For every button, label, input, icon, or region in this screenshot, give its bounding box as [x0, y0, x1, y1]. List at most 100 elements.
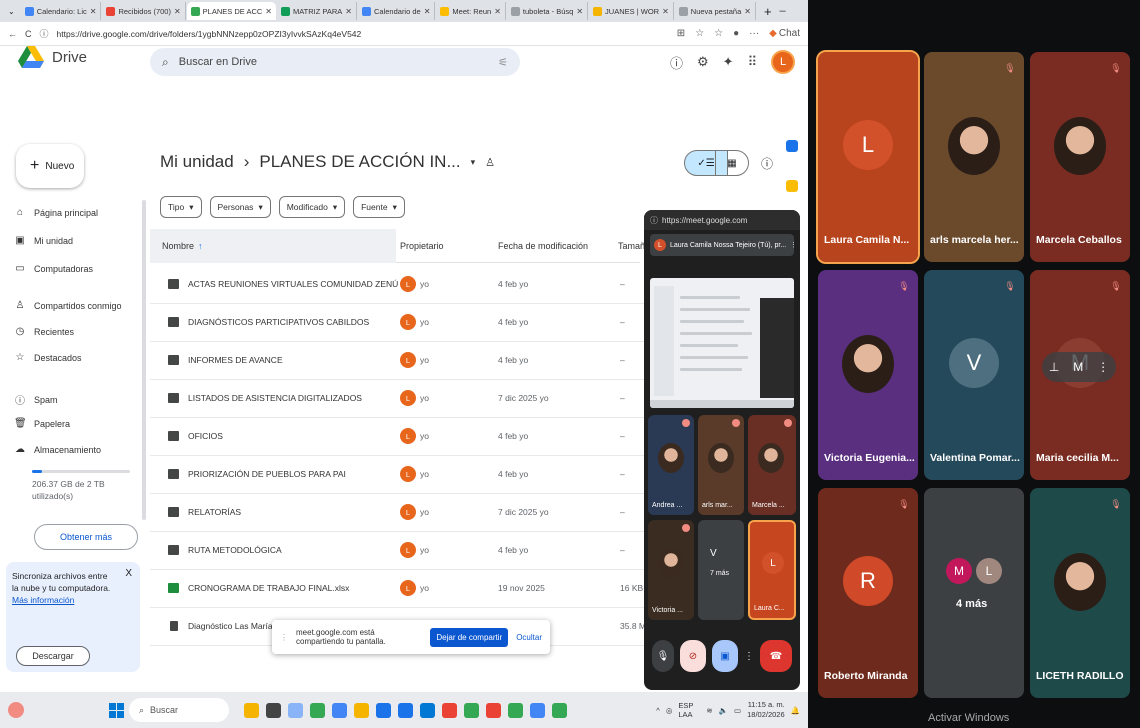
bookmark-star-icon[interactable]: ☆: [695, 28, 704, 39]
sidebar-item[interactable]: ♙ Compartidos conmigo: [14, 300, 122, 311]
sort-arrow-icon[interactable]: ↑: [198, 241, 203, 251]
taskbar-app-icon[interactable]: [244, 702, 259, 718]
browser-tab[interactable]: Calendario de ✕: [358, 2, 436, 20]
owner-column-header[interactable]: Propietario: [400, 241, 444, 251]
sidebar-item[interactable]: ◷ Recientes: [14, 326, 74, 337]
leave-call-button[interactable]: ☎: [760, 640, 792, 672]
site-info-icon[interactable]: ⓘ: [40, 27, 49, 40]
present-button[interactable]: ▣: [712, 640, 738, 672]
taskbar-app-icon[interactable]: [310, 702, 325, 718]
tab-close-icon[interactable]: ✕: [744, 7, 751, 16]
size-column-header[interactable]: Tamañ: [618, 241, 645, 251]
favorites-icon[interactable]: ☆: [714, 28, 723, 39]
tab-close-icon[interactable]: ✕: [424, 7, 431, 16]
taskbar-app-icon[interactable]: [508, 702, 523, 718]
pip-participant-tile[interactable]: Victoria ...: [648, 520, 694, 620]
sidebar-item[interactable]: ▭ Computadoras: [14, 263, 93, 274]
browser-tab[interactable]: MATRIZ PARA ✕: [277, 2, 357, 20]
participant-tile[interactable]: Victoria Eugenia... 🎙: [818, 270, 918, 480]
mic-button[interactable]: 🎙: [652, 640, 674, 672]
tab-close-icon[interactable]: ✕: [576, 7, 583, 16]
clock[interactable]: 11:15 a. m. 18/02/2026: [747, 700, 785, 720]
taskbar-app-icon[interactable]: [464, 702, 479, 718]
battery-icon[interactable]: ▭: [734, 706, 741, 715]
table-row[interactable]: RELATORÍAS Lyo 7 dic 2025 yo –: [150, 494, 650, 532]
minimize-icon[interactable]: –: [780, 5, 786, 18]
sidebar-item[interactable]: ▣ Mi unidad: [14, 235, 73, 246]
pip-participant-tile[interactable]: Marcela ...: [748, 415, 796, 515]
chat-button[interactable]: ◆ Chat: [769, 28, 800, 39]
tab-close-icon[interactable]: ✕: [174, 7, 181, 16]
tab-close-icon[interactable]: ✕: [494, 7, 501, 16]
browser-tab[interactable]: PLANES DE ACC ✕: [186, 2, 276, 20]
drive-logo[interactable]: Drive: [18, 46, 87, 68]
modified-column-header[interactable]: Fecha de modificación: [498, 241, 588, 251]
gemini-icon[interactable]: ✦: [723, 54, 734, 70]
pip-participant-tile[interactable]: V 7 más: [698, 520, 744, 620]
more-vert-icon[interactable]: ⋮: [1097, 360, 1109, 374]
filter-chip[interactable]: Personas ▾: [209, 196, 271, 218]
grid-view-button[interactable]: ▦: [715, 150, 749, 176]
presenter-bar[interactable]: L Laura Camila Nossa Tejeiro (Tú), pr...…: [650, 234, 794, 256]
start-icon[interactable]: [109, 702, 124, 718]
taskbar-app-icon[interactable]: [420, 702, 435, 718]
keep-icon[interactable]: [786, 180, 798, 192]
more-options-button[interactable]: ⋮: [744, 640, 754, 672]
participant-tile[interactable]: Marcela Ceballos 🎙: [1030, 52, 1130, 262]
breadcrumb-current[interactable]: PLANES DE ACCIÓN IN...: [259, 152, 460, 172]
details-icon[interactable]: ⓘ: [761, 155, 773, 172]
settings-icon[interactable]: ⚙: [697, 54, 709, 70]
participant-tile[interactable]: R Roberto Miranda 🎙: [818, 488, 918, 698]
search-options-icon[interactable]: ⚟: [498, 56, 508, 69]
tray-chevron-icon[interactable]: ^: [656, 706, 660, 715]
participant-tile[interactable]: LICETH RADILLO 🎙: [1030, 488, 1130, 698]
browser-tab[interactable]: Meet: Reun ✕: [436, 2, 506, 20]
weather-icon[interactable]: [8, 702, 24, 718]
search-input[interactable]: Buscar en Drive: [179, 56, 257, 68]
table-row[interactable]: ACTAS REUNIONES VIRTUALES COMUNIDAD ZENÚ…: [150, 266, 650, 304]
search-bar[interactable]: ⌕ Buscar en Drive ⚟: [150, 48, 520, 76]
download-button[interactable]: Descargar: [16, 646, 90, 666]
tab-close-icon[interactable]: ✕: [345, 7, 352, 16]
sidebar-item[interactable]: ☁ Almacenamiento: [14, 444, 101, 455]
taskbar-app-icon[interactable]: [376, 702, 391, 718]
get-more-storage-button[interactable]: Obtener más: [34, 524, 138, 550]
new-tab-button[interactable]: +: [758, 4, 778, 19]
chevron-down-icon[interactable]: ▾: [471, 157, 476, 168]
taskbar-app-icon[interactable]: [288, 702, 303, 718]
tab-close-icon[interactable]: ✕: [265, 7, 272, 16]
pip-participant-tile[interactable]: L Laura C...: [748, 520, 796, 620]
tab-close-icon[interactable]: ✕: [90, 7, 97, 16]
expand-icon[interactable]: M: [1073, 360, 1083, 374]
more-vert-icon[interactable]: ⋮: [790, 241, 794, 249]
taskbar-app-icon[interactable]: [486, 702, 501, 718]
camera-button[interactable]: ⊘: [680, 640, 706, 672]
filter-chip[interactable]: Tipo ▾: [160, 196, 202, 218]
more-info-link[interactable]: Más información: [12, 594, 134, 606]
pin-icon[interactable]: ⊥: [1049, 360, 1059, 374]
table-row[interactable]: RUTA METODOLÓGICA Lyo 4 feb yo –: [150, 532, 650, 570]
drag-handle-icon[interactable]: ⋮: [280, 633, 288, 642]
new-button[interactable]: + Nuevo: [16, 144, 84, 188]
table-row[interactable]: LISTADOS DE ASISTENCIA DIGITALIZADOS Lyo 7…: [150, 380, 650, 418]
browser-tab[interactable]: tuboleta - Búsq ✕: [507, 2, 589, 20]
sidebar-item[interactable]: ⓘ Spam: [14, 392, 58, 408]
name-column-header[interactable]: Nombre ↑: [150, 229, 396, 263]
help-icon[interactable]: ⓘ: [670, 53, 683, 72]
filter-chip[interactable]: Fuente ▾: [353, 196, 405, 218]
table-row[interactable]: OFICIOS Lyo 4 feb yo –: [150, 418, 650, 456]
breadcrumb-root[interactable]: Mi unidad: [160, 152, 234, 172]
taskbar-app-icon[interactable]: [398, 702, 413, 718]
sidebar-scrollbar[interactable]: [142, 200, 146, 520]
taskbar-app-icon[interactable]: [266, 702, 281, 718]
search-icon[interactable]: ⌕: [162, 55, 169, 70]
hide-button[interactable]: Ocultar: [516, 633, 542, 642]
pip-participant-tile[interactable]: Andrea ...: [648, 415, 694, 515]
browser-tab[interactable]: Calendario: Lic ✕: [21, 2, 102, 20]
browser-tab[interactable]: Nueva pestaña ✕: [675, 2, 756, 20]
taskbar-app-icon[interactable]: [332, 702, 347, 718]
calendar-icon[interactable]: [786, 140, 798, 152]
table-row[interactable]: PRIORIZACIÓN DE PUEBLOS PARA PAI Lyo 4 feb…: [150, 456, 650, 494]
wifi-icon[interactable]: ≋: [706, 706, 712, 715]
participant-tile[interactable]: arls marcela her... 🎙: [924, 52, 1024, 262]
